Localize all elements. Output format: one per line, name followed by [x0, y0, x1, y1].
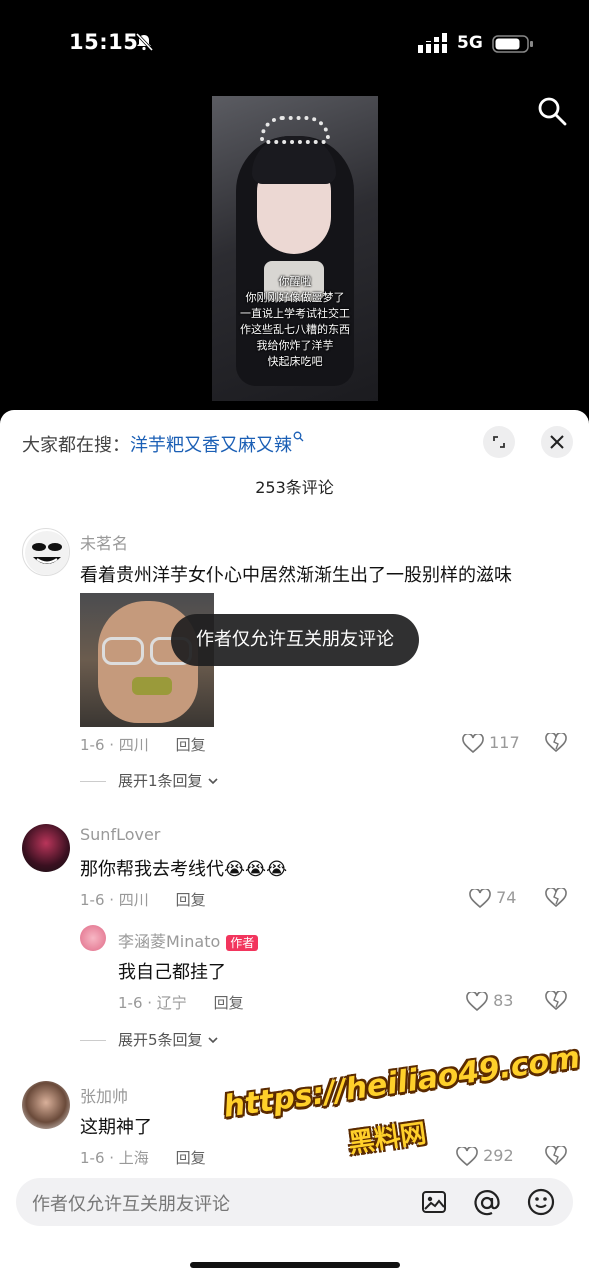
comment-text: 那你帮我去考线代😭😭😭 — [80, 859, 288, 880]
bell-muted-icon — [135, 33, 153, 51]
caption-line: 你醒啦 — [278, 275, 312, 288]
image-icon[interactable] — [421, 1190, 447, 1214]
like-count: 83 — [493, 991, 514, 1010]
caption-line: 一直说上学考试社交工 — [240, 307, 350, 320]
chevron-down-icon — [208, 1037, 218, 1044]
like-count: 292 — [483, 1146, 514, 1165]
caption-line: 作这些乱七八糟的东西 — [240, 323, 350, 336]
comment-text: 看着贵州洋芋女仆心中居然渐渐生出了一股别样的滋味 — [80, 565, 512, 586]
dislike-icon[interactable] — [545, 1146, 567, 1166]
video-figure-headdress — [260, 116, 330, 144]
reply-button[interactable]: 回复 — [176, 1149, 206, 1167]
reply-button[interactable]: 回复 — [214, 994, 244, 1012]
reply-username-row: 李涵菱Minato 作者 — [118, 928, 259, 952]
expand-icon — [493, 436, 505, 448]
dislike-icon[interactable] — [545, 888, 567, 908]
like-count: 117 — [489, 733, 520, 752]
like-button[interactable]: 292 — [456, 1145, 514, 1167]
reply-username[interactable]: 李涵菱Minato — [118, 932, 220, 951]
mention-icon[interactable] — [473, 1189, 501, 1217]
reply-button[interactable]: 回复 — [176, 736, 206, 754]
comment-username[interactable]: SunfLover — [80, 825, 160, 844]
close-icon — [550, 435, 564, 449]
heart-icon — [469, 887, 491, 908]
small-search-icon — [293, 431, 304, 442]
expand-replies[interactable]: 展开5条回复 — [80, 1029, 219, 1050]
dislike-icon[interactable] — [545, 733, 567, 753]
battery-icon — [492, 35, 533, 53]
heart-icon — [466, 990, 488, 1011]
expand-replies[interactable]: 展开1条回复 — [80, 770, 219, 791]
avatar[interactable] — [80, 925, 106, 951]
home-indicator[interactable] — [190, 1262, 400, 1268]
comment-meta: 1-6 · 上海 回复 — [80, 1147, 206, 1168]
avatar-meme-face-icon — [25, 531, 69, 575]
status-time: 15:15 — [69, 30, 139, 54]
hot-search-term[interactable]: 洋芋粑又香又麻又辣 — [130, 435, 292, 456]
caption-line: 你刚刚好像做噩梦了 — [245, 291, 345, 304]
network-label: 5G — [457, 33, 483, 53]
video-captions: 你醒啦 你刚刚好像做噩梦了 一直说上学考试社交工 作这些乱七八糟的东西 我给你炸… — [212, 274, 378, 370]
comment-image-mouth — [132, 677, 172, 695]
caption-line: 快起床吃吧 — [267, 355, 323, 368]
comment-date-location: 1-6 · 四川 — [80, 736, 149, 754]
like-count: 74 — [496, 888, 517, 907]
expand-replies-label: 展开5条回复 — [118, 1031, 203, 1049]
expand-replies-label: 展开1条回复 — [118, 772, 203, 790]
comment-username[interactable]: 张加帅 — [80, 1083, 128, 1107]
like-button[interactable]: 83 — [466, 990, 514, 1012]
like-button[interactable]: 117 — [462, 732, 520, 754]
search-icon[interactable] — [536, 95, 568, 127]
video-player[interactable]: 你醒啦 你刚刚好像做噩梦了 一直说上学考试社交工 作这些乱七八糟的东西 我给你炸… — [212, 96, 378, 401]
comment-username[interactable]: 未茗名 — [80, 530, 128, 554]
reply-text: 我自己都挂了 — [118, 962, 226, 983]
emoji-icon[interactable] — [527, 1188, 555, 1216]
comment-meta: 1-6 · 四川 回复 — [80, 889, 206, 910]
hot-search-label: 大家都在搜： — [22, 435, 130, 456]
caption-line: 我给你炸了洋芋 — [256, 339, 334, 352]
dislike-icon[interactable] — [545, 991, 567, 1011]
status-bar: 15:15 5G — [0, 0, 589, 90]
comment-text: 这期神了 — [80, 1117, 152, 1138]
reply-date-location: 1-6 · 辽宁 — [118, 994, 187, 1012]
avatar[interactable] — [22, 824, 70, 872]
chevron-down-icon — [208, 778, 218, 785]
reply-meta: 1-6 · 辽宁 回复 — [118, 992, 244, 1013]
comment-date-location: 1-6 · 上海 — [80, 1149, 149, 1167]
heart-icon — [456, 1145, 478, 1166]
signal-icon — [418, 33, 448, 53]
like-button[interactable]: 74 — [469, 887, 517, 909]
heart-icon — [462, 732, 484, 753]
comment-count: 253条评论 — [255, 478, 334, 497]
comment-input-placeholder: 作者仅允许互关朋友评论 — [32, 1194, 230, 1215]
comment-meta: 1-6 · 四川 回复 — [80, 734, 206, 755]
toast-message: 作者仅允许互关朋友评论 — [171, 614, 419, 666]
author-badge: 作者 — [226, 935, 259, 951]
reply-button[interactable]: 回复 — [176, 891, 206, 909]
comment-date-location: 1-6 · 四川 — [80, 891, 149, 909]
avatar[interactable] — [22, 528, 70, 576]
avatar[interactable] — [22, 1081, 70, 1129]
divider — [80, 1040, 106, 1041]
divider — [80, 781, 106, 782]
comment-image-glasses-left — [102, 637, 144, 665]
close-button[interactable] — [541, 426, 573, 458]
hot-search-row[interactable]: 大家都在搜：洋芋粑又香又麻又辣 — [22, 431, 304, 457]
expand-button[interactable] — [483, 426, 515, 458]
